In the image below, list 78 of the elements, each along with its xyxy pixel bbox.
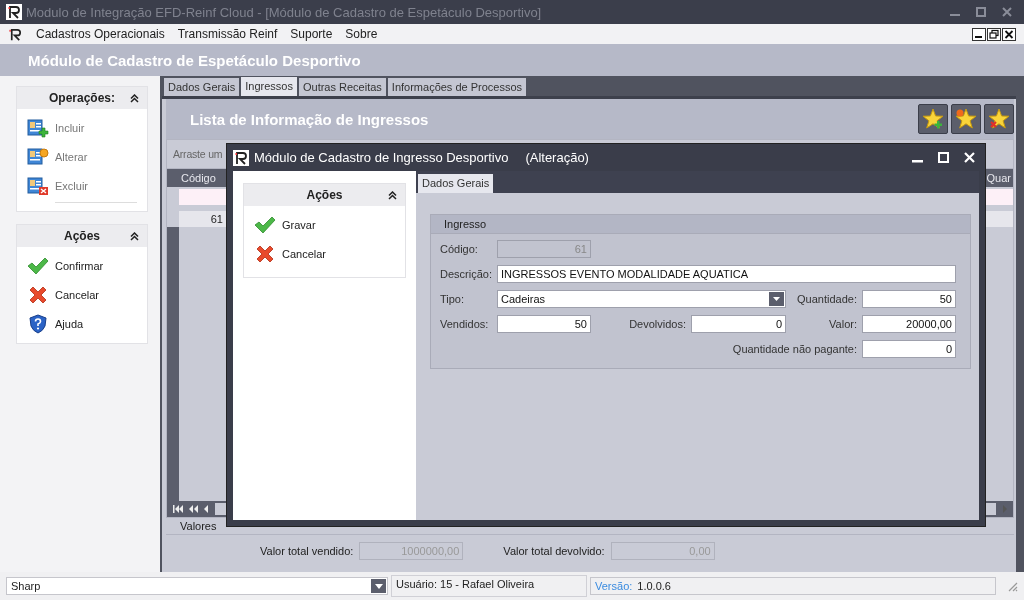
card-star-icon	[27, 147, 49, 167]
toolbar-button[interactable]	[918, 104, 948, 134]
group-title: Ingresso	[444, 218, 487, 230]
dialog-title: Módulo de Cadastro de Ingresso Desportivo	[254, 150, 509, 165]
star-plus-icon	[922, 108, 944, 130]
input-field[interactable]: 0	[862, 340, 956, 358]
dropdown-arrow-icon	[374, 583, 383, 589]
field-label: Valor total devolvido:	[503, 544, 605, 557]
dialog-mode: (Alteração)	[525, 150, 589, 165]
type-dropdown[interactable]: Cadeiras	[497, 290, 786, 308]
dropdown-arrow-icon	[773, 297, 780, 301]
tab[interactable]: Informações de Processos	[387, 78, 527, 96]
panel-title: Operações:	[49, 91, 115, 105]
card-plus-icon	[27, 118, 49, 138]
toolbar-button[interactable]	[951, 104, 981, 134]
field-label: Código:	[440, 243, 478, 255]
menu-item[interactable]: Sobre	[345, 27, 378, 41]
panel-title: Ações	[306, 188, 343, 202]
restore-icon[interactable]	[987, 27, 1001, 41]
group-hint: Arraste um	[173, 148, 223, 160]
shield-icon	[29, 314, 47, 334]
action-link[interactable]: Ajuda	[27, 313, 137, 335]
panel-title: Ações	[64, 229, 100, 243]
cross-icon	[255, 244, 275, 264]
column-header[interactable]: Código	[181, 172, 218, 184]
cross-icon	[28, 285, 48, 305]
collapse-icon[interactable]	[130, 94, 139, 103]
app-logo-icon	[233, 149, 249, 166]
field-label: Quantidade não pagante:	[732, 343, 857, 355]
previous-page-icon[interactable]	[189, 505, 198, 513]
check-icon	[27, 257, 49, 275]
database-dropdown[interactable]: Sharp	[6, 577, 388, 595]
first-page-icon[interactable]	[173, 505, 183, 513]
field-label: Descrição:	[440, 268, 492, 280]
card-cross-icon	[27, 176, 49, 196]
action-link[interactable]: Gravar	[254, 214, 393, 236]
user-info: Usuário: 15 - Rafael Oliveira	[396, 578, 535, 590]
field-label: Devolvidos:	[629, 318, 686, 330]
input-field[interactable]: 0	[691, 315, 786, 333]
app-logo-icon	[6, 4, 22, 20]
version-label: Versão:	[595, 580, 633, 592]
collapse-icon[interactable]	[130, 232, 139, 241]
group-title: Valores	[180, 520, 217, 532]
action-link[interactable]: Confirmar	[27, 255, 137, 277]
field-label: Quantidade:	[797, 293, 857, 305]
field-label: Vendidos:	[440, 318, 489, 330]
tab[interactable]: Dados Gerais	[418, 174, 494, 193]
field-label: Valor:	[829, 318, 857, 330]
menu-item[interactable]: Transmissão Reinf	[177, 27, 278, 41]
column-header[interactable]: Quar	[986, 172, 1013, 184]
field-label: Valor total vendido:	[260, 544, 354, 557]
input-field[interactable]: 20000,00	[862, 315, 956, 333]
previous-icon[interactable]	[204, 505, 209, 513]
collapse-icon[interactable]	[388, 191, 397, 200]
star-cross-icon	[988, 108, 1010, 130]
list-title: Lista de Informação de Ingressos	[190, 110, 429, 128]
app-logo-icon	[8, 26, 23, 42]
tab[interactable]: Ingressos	[241, 77, 297, 96]
resize-grip-icon[interactable]	[1006, 580, 1018, 592]
version-number: 1.0.0.6	[637, 580, 671, 592]
page-title: Módulo de Cadastro de Espetáculo Desportivo	[28, 51, 361, 69]
tab[interactable]: Dados Gerais	[164, 78, 240, 96]
window-title: Modulo de Integração EFD-Reinf Cloud - [Módulo de Cadastro de Espetáculo Desportivo]	[26, 4, 542, 20]
table-cell-text: 61	[209, 212, 223, 227]
action-link[interactable]: Cancelar	[27, 284, 137, 306]
action-link[interactable]: Cancelar	[254, 243, 393, 265]
menu-item[interactable]: Suporte	[290, 27, 333, 41]
input-field[interactable]: INGRESSOS EVENTO MODALIDADE AQUATICA	[497, 265, 956, 283]
minimize-icon[interactable]	[972, 27, 986, 41]
field-label: Tipo:	[440, 293, 465, 305]
star-burst-icon	[955, 108, 977, 130]
menu-item[interactable]: Cadastros Operacionais	[36, 27, 165, 41]
input-field[interactable]: 50	[497, 315, 591, 333]
check-icon	[254, 216, 276, 234]
tab[interactable]: Outras Receitas	[298, 78, 386, 96]
toolbar-button[interactable]	[984, 104, 1014, 134]
input-field[interactable]: 50	[862, 290, 956, 308]
close-icon[interactable]	[1002, 27, 1016, 41]
